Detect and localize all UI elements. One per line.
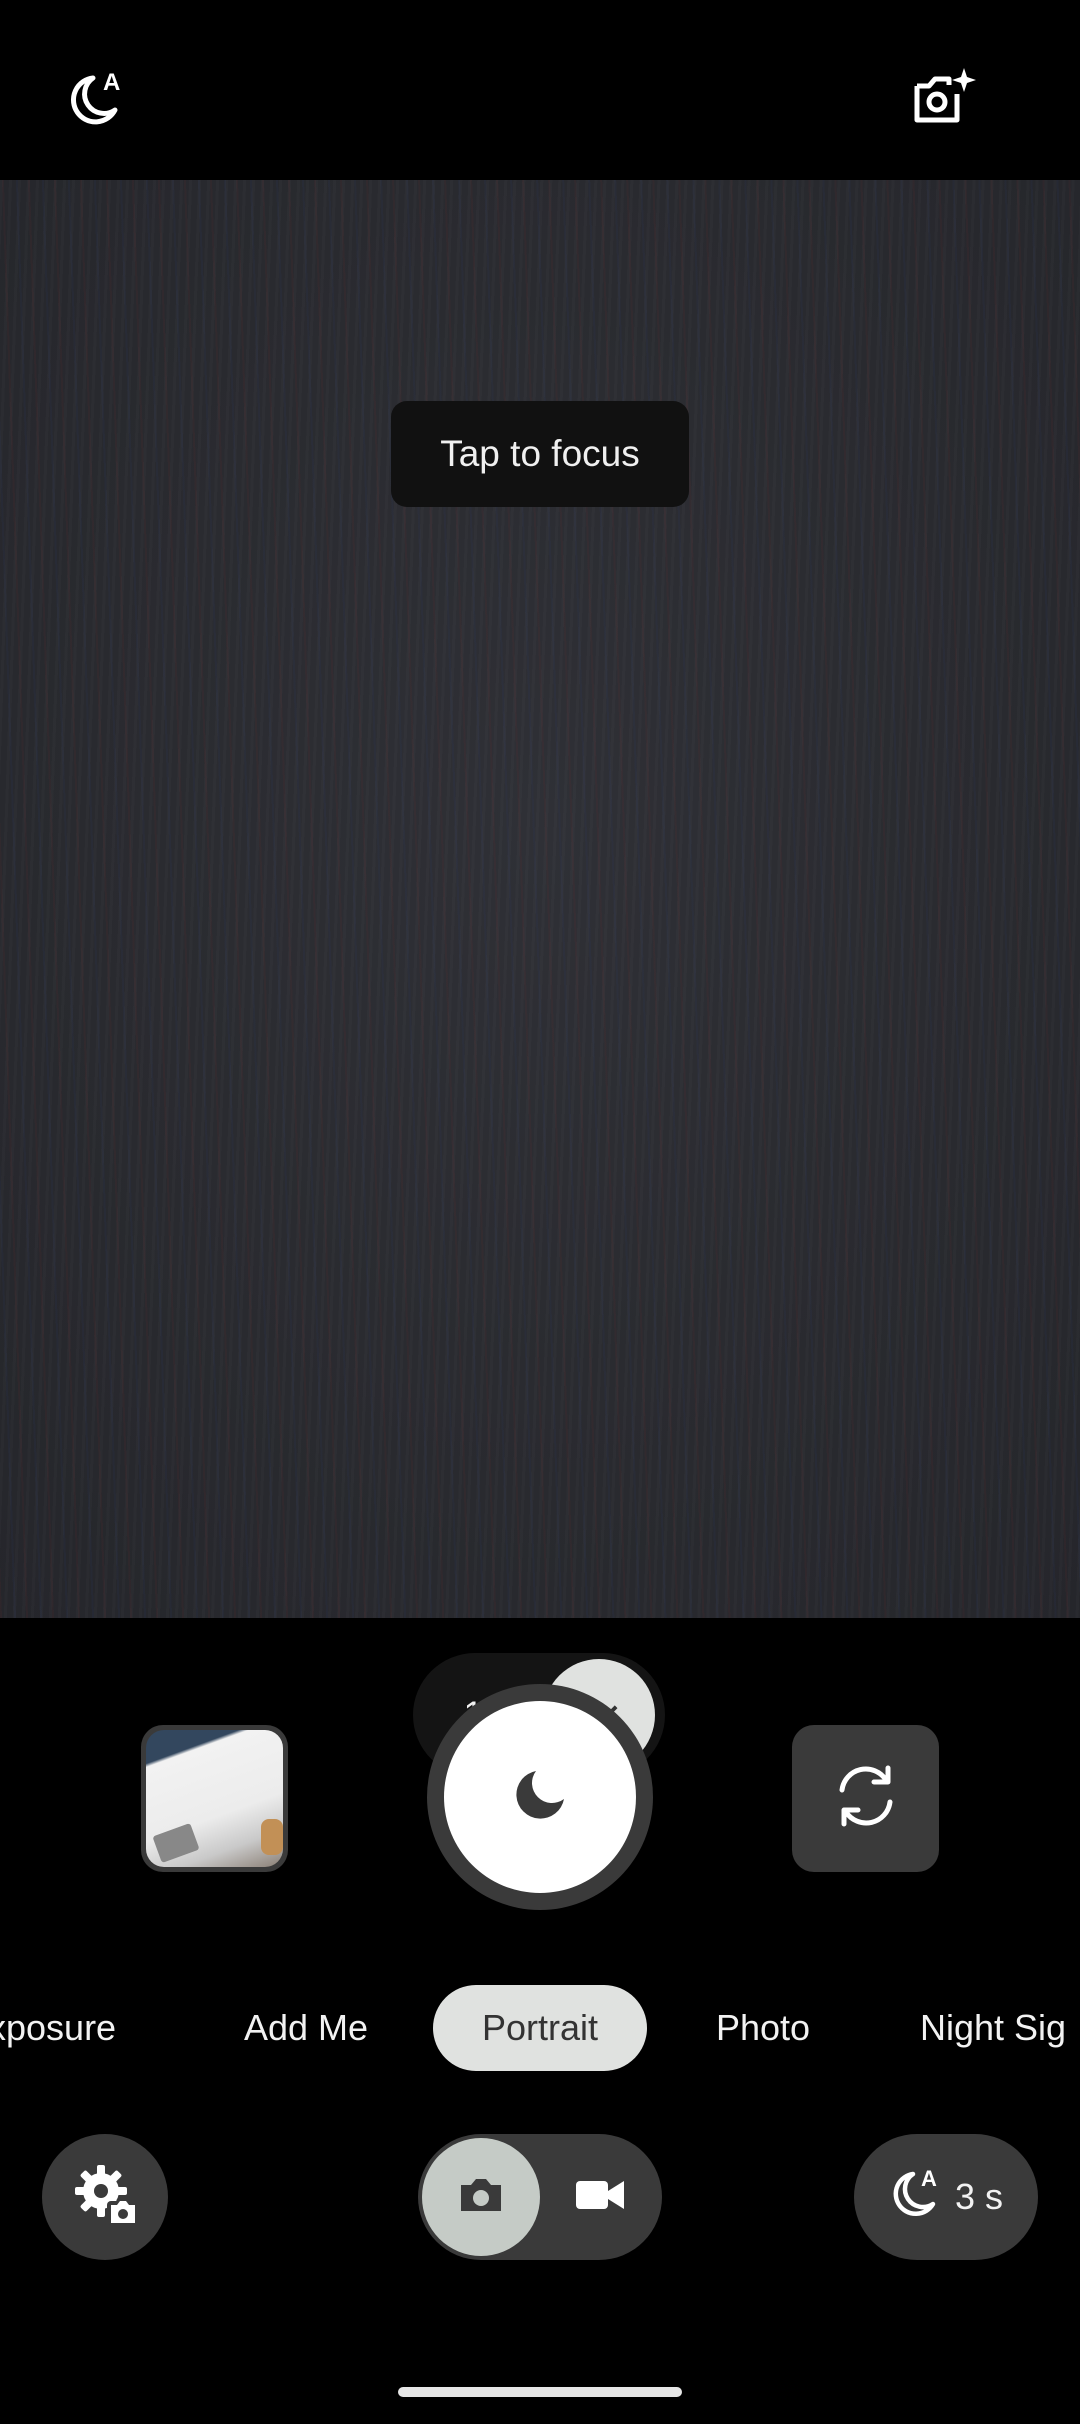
video-mode-toggle[interactable] xyxy=(542,2138,658,2256)
svg-text:A: A xyxy=(921,2166,937,2191)
night-timer-label: 3 s xyxy=(954,2176,1004,2217)
settings-button[interactable] xyxy=(42,2134,168,2260)
shutter-button[interactable] xyxy=(427,1684,653,1910)
last-photo-thumbnail[interactable] xyxy=(141,1725,288,1872)
top-bar: A xyxy=(0,0,1080,180)
shutter-inner xyxy=(444,1701,636,1893)
svg-text:A: A xyxy=(103,69,120,96)
camera-sparkle-icon[interactable] xyxy=(906,64,982,130)
mode-add-me[interactable]: Add Me xyxy=(226,1985,386,2071)
flip-camera-button[interactable] xyxy=(792,1725,939,1872)
video-icon xyxy=(574,2175,626,2220)
mode-portrait[interactable]: Portrait xyxy=(433,1985,647,2071)
flip-camera-icon xyxy=(828,1758,904,1839)
home-indicator[interactable] xyxy=(398,2387,682,2397)
mode-long-exposure[interactable]: xposure xyxy=(0,1985,138,2071)
mode-photo[interactable]: Photo xyxy=(700,1985,826,2071)
photo-mode-toggle[interactable] xyxy=(422,2138,540,2256)
night-sight-timer-button[interactable]: A 3 s xyxy=(854,2134,1038,2260)
settings-gear-icon xyxy=(73,2163,137,2232)
night-auto-icon: A xyxy=(889,2166,945,2229)
focus-hint: Tap to focus xyxy=(391,401,689,507)
mode-night-sight[interactable]: Night Sig xyxy=(920,1985,1080,2071)
capture-mode-toggle xyxy=(418,2134,662,2260)
moon-icon xyxy=(510,1765,570,1830)
thumbnail-image xyxy=(146,1730,283,1867)
viewfinder[interactable]: Tap to focus 1.5 2× xyxy=(0,180,1080,1777)
mode-strip: xposure Add Me Portrait Photo Night Sig xyxy=(0,1985,1080,2071)
camera-icon xyxy=(457,2175,505,2220)
night-auto-icon[interactable]: A xyxy=(60,66,136,132)
